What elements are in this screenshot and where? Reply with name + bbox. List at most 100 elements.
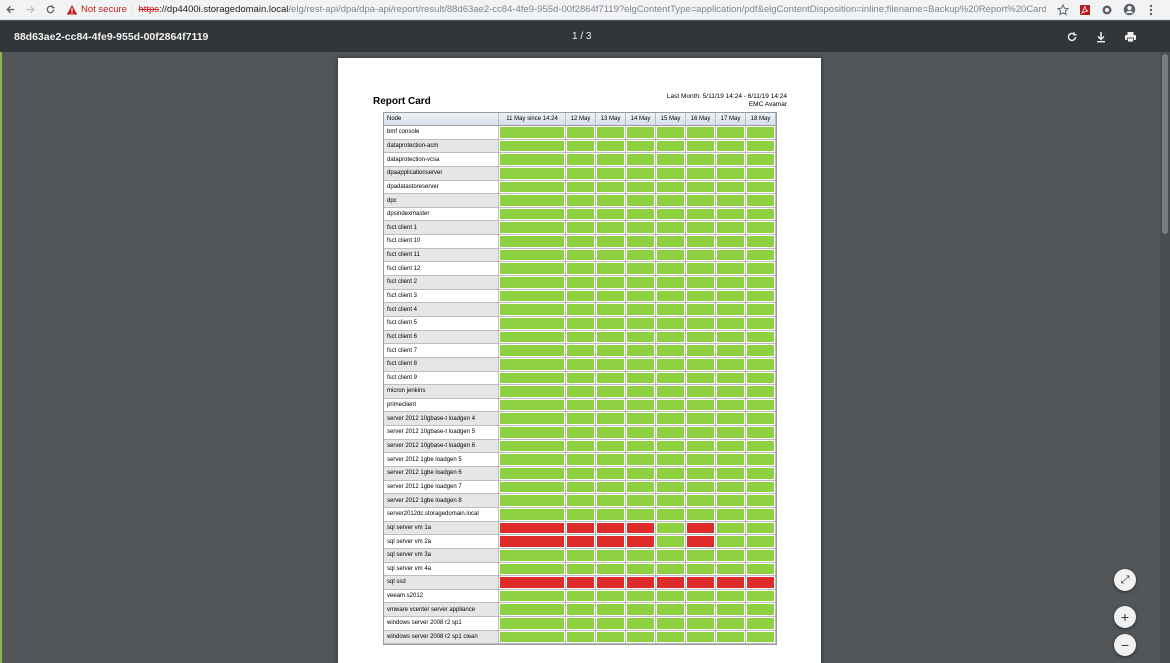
status-success-block xyxy=(597,495,624,506)
status-cell xyxy=(566,289,596,304)
address-bar[interactable]: Not secure | https ://dp4400i.storagedom… xyxy=(64,1,1046,19)
status-success-block xyxy=(657,604,684,616)
table-row: server2012dc.storagedomain.local xyxy=(384,507,776,522)
status-success-block xyxy=(717,154,744,165)
status-success-block xyxy=(627,604,654,616)
status-success-block xyxy=(717,454,744,466)
status-cell xyxy=(716,535,746,549)
status-cell xyxy=(716,494,746,508)
status-success-block xyxy=(717,236,744,247)
status-cell xyxy=(716,303,746,317)
status-cell xyxy=(746,617,776,631)
status-success-block xyxy=(687,140,714,152)
status-cell xyxy=(716,412,746,427)
status-cell xyxy=(596,562,626,577)
status-success-block xyxy=(717,263,744,275)
print-icon[interactable] xyxy=(1121,28,1139,46)
fit-to-page-button[interactable]: ⤢ xyxy=(1114,569,1136,591)
zoom-in-button[interactable]: + xyxy=(1114,606,1136,628)
zoom-out-button[interactable]: − xyxy=(1114,634,1136,656)
download-icon[interactable] xyxy=(1092,28,1110,46)
status-cell xyxy=(656,548,686,563)
status-success-block xyxy=(567,563,594,575)
pdf-extension-icon[interactable] xyxy=(1074,0,1096,20)
status-success-block xyxy=(500,249,564,261)
node-name-cell: fsct client 12 xyxy=(384,262,499,277)
status-success-block xyxy=(500,590,564,602)
status-cell xyxy=(656,630,686,645)
status-success-block xyxy=(687,604,714,616)
status-cell xyxy=(596,371,626,386)
status-cell xyxy=(596,316,626,331)
status-success-block xyxy=(687,181,714,193)
status-cell xyxy=(746,507,776,522)
status-cell xyxy=(499,303,566,317)
status-success-block xyxy=(657,304,684,315)
status-cell xyxy=(626,548,656,563)
scrollbar-thumb[interactable] xyxy=(1162,54,1168,234)
status-success-block xyxy=(657,195,684,206)
node-name-cell: sql server vm 1a xyxy=(384,521,499,536)
status-success-block xyxy=(597,399,624,411)
not-secure-label[interactable]: Not secure xyxy=(81,4,127,15)
table-row: fsct client 10 xyxy=(384,235,776,249)
status-success-block xyxy=(687,277,714,288)
table-row: sql server vm 1a xyxy=(384,521,776,536)
status-cell xyxy=(746,262,776,277)
status-cell xyxy=(746,221,776,236)
status-success-block xyxy=(597,468,624,479)
status-success-block xyxy=(657,618,684,629)
node-name-cell: windows server 2008 r2 sp1 xyxy=(384,617,499,631)
status-cell xyxy=(566,262,596,277)
status-success-block xyxy=(747,549,774,561)
status-success-block xyxy=(627,290,654,302)
status-success-block xyxy=(747,195,774,206)
status-cell xyxy=(656,166,686,181)
date-column-header: 13 May xyxy=(596,113,626,126)
profile-avatar-icon[interactable] xyxy=(1118,0,1140,20)
node-name-cell: dataprotection-vcsa xyxy=(384,153,499,167)
forward-icon[interactable] xyxy=(20,0,40,20)
status-success-block xyxy=(567,127,594,138)
status-success-block xyxy=(567,549,594,561)
status-cell xyxy=(656,194,686,208)
status-cell xyxy=(626,235,656,249)
status-success-block xyxy=(627,263,654,275)
table-row: fsct client 12 xyxy=(384,262,776,277)
status-cell xyxy=(656,262,686,277)
back-icon[interactable] xyxy=(0,0,20,20)
status-success-block xyxy=(567,154,594,165)
status-cell xyxy=(566,180,596,195)
table-row: sql ssd xyxy=(384,576,776,590)
menu-kebab-icon[interactable] xyxy=(1140,0,1162,20)
status-cell xyxy=(566,139,596,154)
status-success-block xyxy=(657,536,684,547)
status-success-block xyxy=(567,468,594,479)
status-cell xyxy=(656,426,686,440)
extension-icon[interactable] xyxy=(1096,0,1118,20)
status-cell xyxy=(499,207,566,222)
page-indicator[interactable]: 1 / 3 xyxy=(572,31,591,42)
status-cell xyxy=(596,467,626,481)
status-success-block xyxy=(657,249,684,261)
table-row: server 2012 1gbe loadgen 7 xyxy=(384,480,776,495)
rotate-icon[interactable] xyxy=(1063,28,1081,46)
status-success-block xyxy=(567,604,594,616)
status-success-block xyxy=(567,631,594,643)
status-success-block xyxy=(567,399,594,411)
status-cell xyxy=(686,153,716,167)
status-success-block xyxy=(567,181,594,193)
bookmark-star-icon[interactable] xyxy=(1052,0,1074,20)
status-cell xyxy=(746,426,776,440)
status-success-block xyxy=(627,618,654,629)
reload-icon[interactable] xyxy=(40,0,60,20)
status-cell xyxy=(746,576,776,590)
status-cell xyxy=(746,371,776,386)
status-cell xyxy=(716,235,746,249)
warning-icon xyxy=(66,4,78,14)
status-cell xyxy=(499,426,566,440)
table-row: server 2012 1gbe loadgen 5 xyxy=(384,453,776,468)
status-success-block xyxy=(500,277,564,288)
table-row: fsct client 4 xyxy=(384,303,776,317)
status-success-block xyxy=(747,140,774,152)
